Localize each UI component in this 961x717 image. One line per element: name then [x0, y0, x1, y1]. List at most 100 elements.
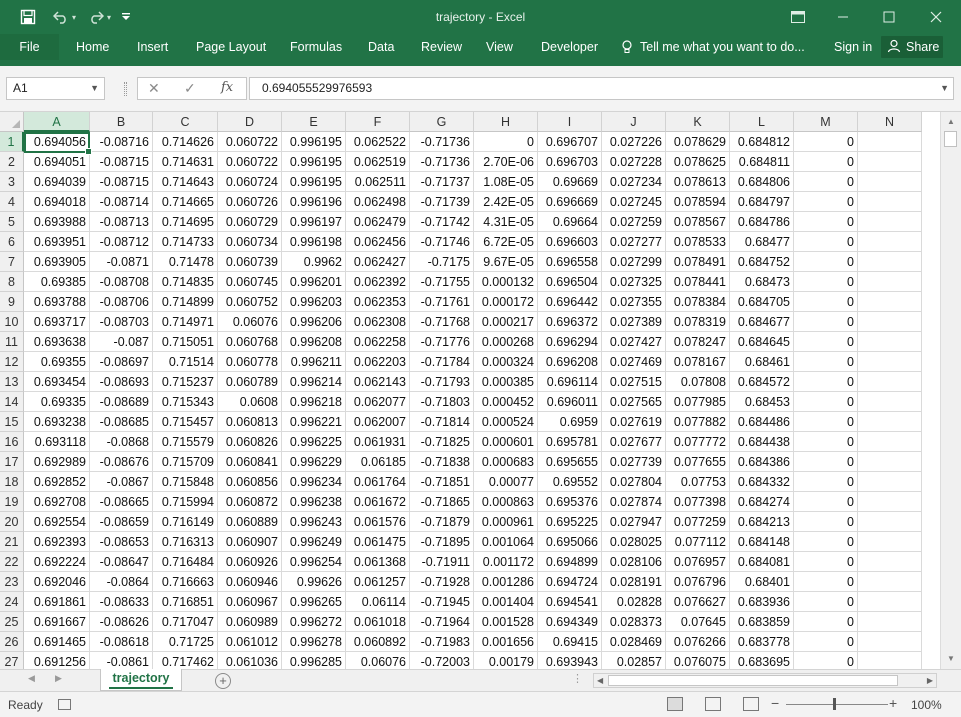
table-cell[interactable]: -0.71761 [410, 292, 474, 312]
table-cell[interactable]: -0.71784 [410, 352, 474, 372]
row-header[interactable]: 16 [0, 432, 24, 452]
table-cell[interactable]: 0 [794, 452, 858, 472]
table-cell[interactable]: -0.08647 [90, 552, 153, 572]
table-cell[interactable]: 0.078491 [666, 252, 730, 272]
table-cell[interactable]: 0.714899 [153, 292, 218, 312]
table-cell[interactable]: 0.6959 [538, 412, 602, 432]
table-cell[interactable]: 0.99626 [282, 572, 346, 592]
table-cell[interactable]: 0.062456 [346, 232, 410, 252]
table-cell[interactable]: 0.694899 [538, 552, 602, 572]
row-header[interactable]: 24 [0, 592, 24, 612]
table-cell[interactable]: 0.078247 [666, 332, 730, 352]
table-cell[interactable]: 0.696208 [538, 352, 602, 372]
table-cell[interactable]: 0.027245 [602, 192, 666, 212]
table-cell[interactable]: 0.000217 [474, 312, 538, 332]
page-break-preview-icon[interactable] [743, 697, 759, 711]
table-cell[interactable]: 0.027515 [602, 372, 666, 392]
table-cell[interactable]: 0.062479 [346, 212, 410, 232]
table-cell[interactable] [858, 172, 922, 192]
table-cell[interactable]: 0.060726 [218, 192, 282, 212]
table-cell[interactable]: 0.00179 [474, 652, 538, 669]
table-cell[interactable]: 0.693988 [24, 212, 90, 232]
table-cell[interactable]: 0.694056 [24, 132, 90, 152]
table-cell[interactable]: 0.000961 [474, 512, 538, 532]
table-cell[interactable]: 0.00077 [474, 472, 538, 492]
table-cell[interactable]: -0.71739 [410, 192, 474, 212]
tab-formulas[interactable]: Formulas [290, 34, 342, 60]
table-cell[interactable]: 0.061576 [346, 512, 410, 532]
table-cell[interactable]: -0.71838 [410, 452, 474, 472]
table-cell[interactable]: -0.08715 [90, 152, 153, 172]
table-cell[interactable]: -0.71746 [410, 232, 474, 252]
table-cell[interactable]: 0.062519 [346, 152, 410, 172]
table-cell[interactable]: 0 [794, 392, 858, 412]
row-header[interactable]: 27 [0, 652, 24, 669]
expand-formula-bar-icon[interactable]: ▼ [940, 78, 949, 99]
table-cell[interactable]: 0.684797 [730, 192, 794, 212]
table-cell[interactable]: 2.42E-05 [474, 192, 538, 212]
table-cell[interactable]: 0.684438 [730, 432, 794, 452]
table-cell[interactable]: 0.996203 [282, 292, 346, 312]
table-cell[interactable]: 0.691861 [24, 592, 90, 612]
table-cell[interactable]: 0.715848 [153, 472, 218, 492]
tab-home[interactable]: Home [76, 34, 109, 60]
table-cell[interactable]: 0.027619 [602, 412, 666, 432]
table-cell[interactable]: 0.69552 [538, 472, 602, 492]
table-cell[interactable]: 0.684081 [730, 552, 794, 572]
table-cell[interactable]: 0 [794, 652, 858, 669]
table-cell[interactable]: 0.061764 [346, 472, 410, 492]
table-cell[interactable]: 0.69669 [538, 172, 602, 192]
row-header[interactable]: 6 [0, 232, 24, 252]
table-cell[interactable]: 0.68453 [730, 392, 794, 412]
table-cell[interactable]: -0.08653 [90, 532, 153, 552]
table-cell[interactable]: -0.0864 [90, 572, 153, 592]
table-cell[interactable]: 0.684786 [730, 212, 794, 232]
table-cell[interactable]: 0.684645 [730, 332, 794, 352]
scroll-right-icon[interactable]: ▶ [927, 674, 933, 687]
table-cell[interactable]: 0.684386 [730, 452, 794, 472]
table-cell[interactable] [858, 412, 922, 432]
table-cell[interactable] [858, 352, 922, 372]
table-cell[interactable]: 0.692554 [24, 512, 90, 532]
table-cell[interactable]: 0.684213 [730, 512, 794, 532]
table-cell[interactable]: -0.71803 [410, 392, 474, 412]
normal-view-icon[interactable] [667, 697, 683, 711]
table-cell[interactable]: 0.077259 [666, 512, 730, 532]
table-cell[interactable]: 0 [794, 532, 858, 552]
table-cell[interactable]: 0.000683 [474, 452, 538, 472]
table-cell[interactable]: 0.68401 [730, 572, 794, 592]
table-cell[interactable] [858, 432, 922, 452]
table-cell[interactable] [858, 492, 922, 512]
row-header[interactable]: 13 [0, 372, 24, 392]
table-cell[interactable]: 0.715994 [153, 492, 218, 512]
table-cell[interactable]: 0.996214 [282, 372, 346, 392]
table-cell[interactable]: 0.078167 [666, 352, 730, 372]
table-cell[interactable]: 0.694541 [538, 592, 602, 612]
table-cell[interactable]: -0.08618 [90, 632, 153, 652]
table-cell[interactable]: 0.693454 [24, 372, 90, 392]
row-header[interactable]: 20 [0, 512, 24, 532]
table-cell[interactable]: 0.683695 [730, 652, 794, 669]
table-cell[interactable]: 0.062143 [346, 372, 410, 392]
table-cell[interactable] [858, 212, 922, 232]
table-cell[interactable]: 0.996278 [282, 632, 346, 652]
table-cell[interactable]: -0.08633 [90, 592, 153, 612]
table-cell[interactable]: 0.077655 [666, 452, 730, 472]
table-cell[interactable]: 0.062308 [346, 312, 410, 332]
table-cell[interactable]: 0.060789 [218, 372, 282, 392]
table-cell[interactable]: 0.696442 [538, 292, 602, 312]
table-cell[interactable]: 0.693943 [538, 652, 602, 669]
table-cell[interactable]: 0.07808 [666, 372, 730, 392]
share-button[interactable]: Share [881, 36, 943, 58]
table-cell[interactable]: 0.996238 [282, 492, 346, 512]
row-header[interactable]: 19 [0, 492, 24, 512]
table-cell[interactable]: 0.060892 [346, 632, 410, 652]
table-cell[interactable]: 0.076266 [666, 632, 730, 652]
table-cell[interactable]: 0.060778 [218, 352, 282, 372]
table-cell[interactable]: 0.060752 [218, 292, 282, 312]
table-cell[interactable]: -0.08716 [90, 132, 153, 152]
table-cell[interactable]: 0.060739 [218, 252, 282, 272]
row-header[interactable]: 7 [0, 252, 24, 272]
formula-input[interactable]: 0.694055529976593 ▼ [249, 77, 954, 100]
table-cell[interactable]: 0.694349 [538, 612, 602, 632]
